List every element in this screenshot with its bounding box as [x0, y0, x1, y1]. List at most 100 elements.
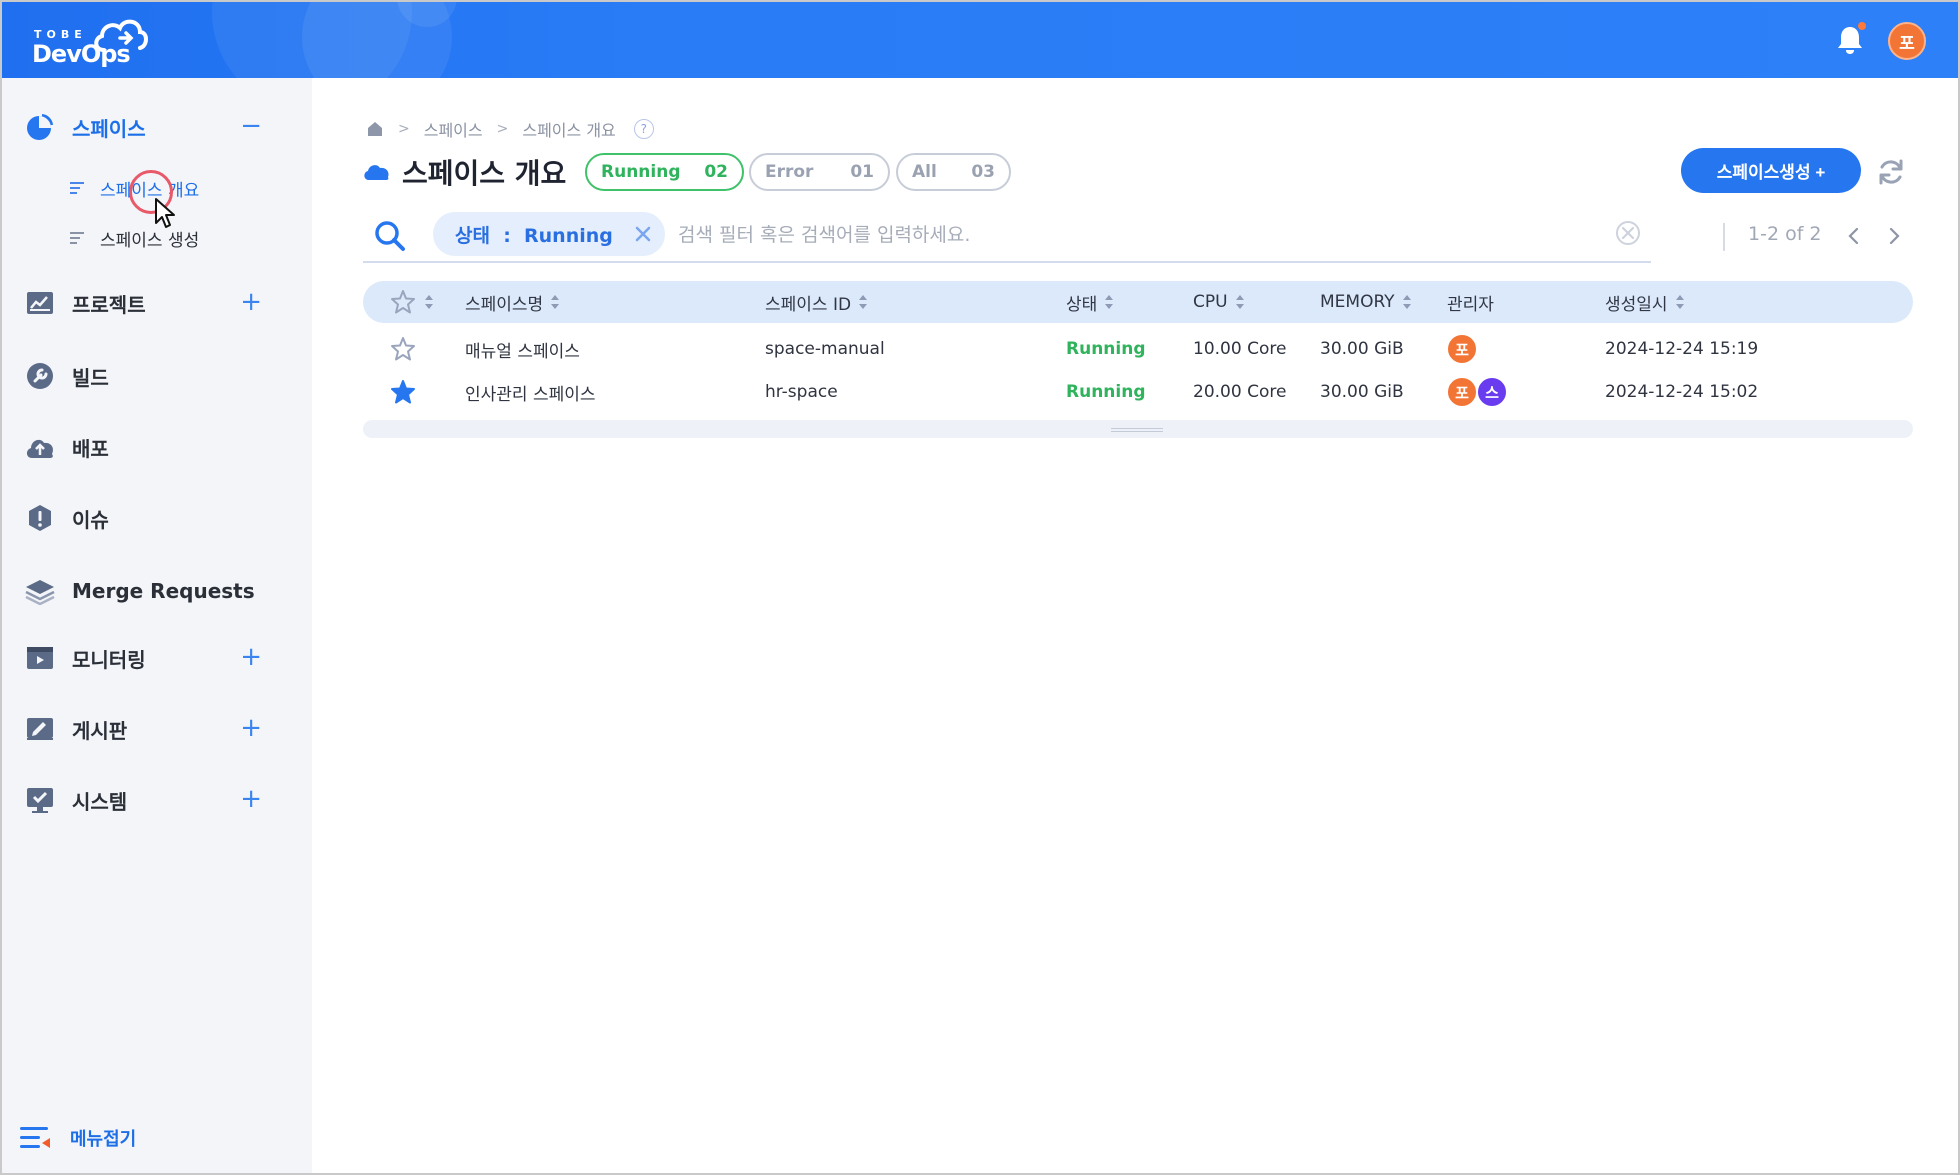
list-lines-icon — [70, 232, 84, 244]
cloud-icon — [364, 165, 389, 180]
header-label: 스페이스명 — [465, 294, 544, 315]
breadcrumb-current: 스페이스 개요 — [522, 121, 616, 140]
space-name-cell[interactable]: 매뉴얼 스페이스 — [465, 328, 580, 370]
sort-icon[interactable] — [1675, 295, 1684, 309]
header-admin: 관리자 — [1447, 281, 1494, 323]
created-cell: 2024-12-24 15:02 — [1605, 382, 1759, 402]
sidebar-item-label: 스페이스 — [72, 116, 146, 141]
sidebar-item-build[interactable]: 빌드 — [24, 356, 284, 396]
header-status[interactable]: 상태 — [1066, 281, 1114, 323]
pager-divider — [1723, 223, 1725, 251]
header-memory[interactable]: MEMORY — [1320, 281, 1411, 323]
refresh-icon[interactable] — [1876, 157, 1906, 187]
help-icon[interactable]: ? — [633, 119, 654, 139]
status-chip-all[interactable]: All 03 — [896, 153, 1011, 191]
close-icon[interactable] — [633, 224, 653, 244]
sidebar-item-merge-requests[interactable]: Merge Requests — [24, 571, 284, 611]
status-chip-running[interactable]: Running 02 — [585, 153, 744, 191]
sidebar-item-label: 모니터링 — [72, 647, 146, 672]
sidebar-item-label: 이슈 — [72, 507, 109, 532]
sidebar-item-system[interactable]: 시스템 + — [24, 780, 284, 820]
user-avatar[interactable]: 포 — [1888, 22, 1926, 60]
admin-avatar[interactable]: 스 — [1476, 376, 1508, 408]
app-logo[interactable]: TOBE DevOps — [32, 14, 152, 68]
expand-toggle[interactable]: + — [240, 289, 262, 315]
sort-icon[interactable] — [859, 295, 868, 309]
memory-cell: 30.00 GiB — [1320, 339, 1404, 359]
expand-toggle[interactable]: + — [240, 715, 262, 741]
menu-fold-button[interactable]: 메뉴접기 — [20, 1124, 136, 1152]
header-space-id[interactable]: 스페이스 ID — [765, 281, 868, 323]
header-cpu[interactable]: CPU — [1193, 281, 1244, 323]
sort-icon[interactable] — [1235, 295, 1244, 309]
header-created[interactable]: 생성일시 — [1605, 281, 1684, 323]
cpu-cell: 20.00 Core — [1193, 382, 1287, 402]
app-window: TOBE DevOps 포 스페이스 − 스페이스 개요 스페이스 생성 프로젝… — [0, 0, 1960, 1175]
sidebar-item-label: 시스템 — [72, 789, 128, 814]
status-cell: Running — [1066, 339, 1146, 359]
system-icon — [24, 784, 56, 816]
clear-search-icon[interactable] — [1615, 220, 1641, 246]
cloud-upload-icon — [24, 431, 56, 463]
sidebar-item-space[interactable]: 스페이스 − — [24, 107, 284, 147]
menu-fold-icon — [20, 1127, 50, 1148]
star-outline-icon — [391, 290, 415, 314]
favorite-toggle[interactable] — [389, 371, 417, 413]
table-resize-bar[interactable] — [363, 420, 1913, 438]
sidebar-item-board[interactable]: 게시판 + — [24, 709, 284, 749]
pie-chart-icon — [24, 111, 56, 143]
breadcrumb-separator-icon: > — [398, 121, 410, 137]
resize-handle-icon[interactable] — [1111, 428, 1163, 432]
breadcrumb-link-space[interactable]: 스페이스 — [424, 117, 483, 141]
logo-cloud-icon — [94, 19, 148, 52]
sidebar-item-deploy[interactable]: 배포 — [24, 427, 284, 467]
header-favorite[interactable] — [389, 281, 433, 323]
header-space-name[interactable]: 스페이스명 — [465, 281, 560, 323]
sort-icon[interactable] — [551, 295, 560, 309]
page-title: 스페이스 개요 — [402, 157, 567, 190]
chevron-left-icon[interactable] — [1844, 224, 1864, 248]
page-title-area: 스페이스 개요 — [362, 152, 566, 192]
home-icon[interactable] — [366, 120, 384, 138]
memory-cell: 30.00 GiB — [1320, 382, 1404, 402]
cpu-cell: 10.00 Core — [1193, 339, 1287, 359]
space-name-cell[interactable]: 인사관리 스페이스 — [465, 371, 596, 413]
space-id-cell: space-manual — [765, 339, 885, 359]
status-chip-error[interactable]: Error 01 — [749, 153, 890, 191]
chip-label: Running — [601, 162, 681, 182]
search-icon[interactable] — [373, 219, 407, 253]
sort-icon[interactable] — [1402, 295, 1411, 309]
layers-icon — [24, 575, 56, 607]
pager-range: 1-2 of 2 — [1748, 223, 1822, 245]
sidebar-item-monitoring[interactable]: 모니터링 + — [24, 638, 284, 678]
wrench-icon — [24, 360, 56, 392]
admin-avatar[interactable]: 포 — [1446, 333, 1478, 365]
table-row[interactable]: 매뉴얼 스페이스 space-manual Running 10.00 Core… — [363, 328, 1913, 370]
favorite-toggle[interactable] — [389, 328, 417, 370]
project-chart-icon — [24, 287, 56, 319]
table-header: 스페이스명 스페이스 ID 상태 CPU MEMORY 관리자 생성일시 — [363, 281, 1913, 323]
header-label: MEMORY — [1320, 292, 1395, 312]
expand-toggle[interactable]: + — [240, 786, 262, 812]
space-id-cell: hr-space — [765, 382, 838, 402]
filter-chip-status[interactable]: 상태 : Running — [433, 212, 665, 256]
created-cell: 2024-12-24 15:19 — [1605, 339, 1759, 359]
table-row[interactable]: 인사관리 스페이스 hr-space Running 20.00 Core 30… — [363, 371, 1913, 413]
sort-icon[interactable] — [1105, 295, 1114, 309]
sidebar-item-issue[interactable]: 이슈 — [24, 498, 284, 538]
filter-chip-label: 상태 : Running — [455, 224, 613, 247]
expand-toggle[interactable]: + — [240, 644, 262, 670]
list-lines-icon — [70, 182, 84, 194]
chevron-right-icon[interactable] — [1884, 224, 1904, 248]
admin-avatar[interactable]: 포 — [1446, 376, 1478, 408]
search-input[interactable] — [678, 217, 1578, 253]
star-outline-icon — [391, 337, 415, 361]
sort-icon[interactable] — [425, 295, 433, 309]
board-icon — [24, 713, 56, 745]
breadcrumb: > 스페이스 > 스페이스 개요 ? — [366, 117, 654, 141]
collapse-toggle[interactable]: − — [240, 113, 262, 139]
create-space-button[interactable]: 스페이스생성 + — [1681, 148, 1861, 193]
sidebar-item-project[interactable]: 프로젝트 + — [24, 283, 284, 323]
sidebar-subitem-space-create[interactable]: 스페이스 생성 — [70, 223, 199, 253]
chip-count: 02 — [704, 162, 728, 182]
